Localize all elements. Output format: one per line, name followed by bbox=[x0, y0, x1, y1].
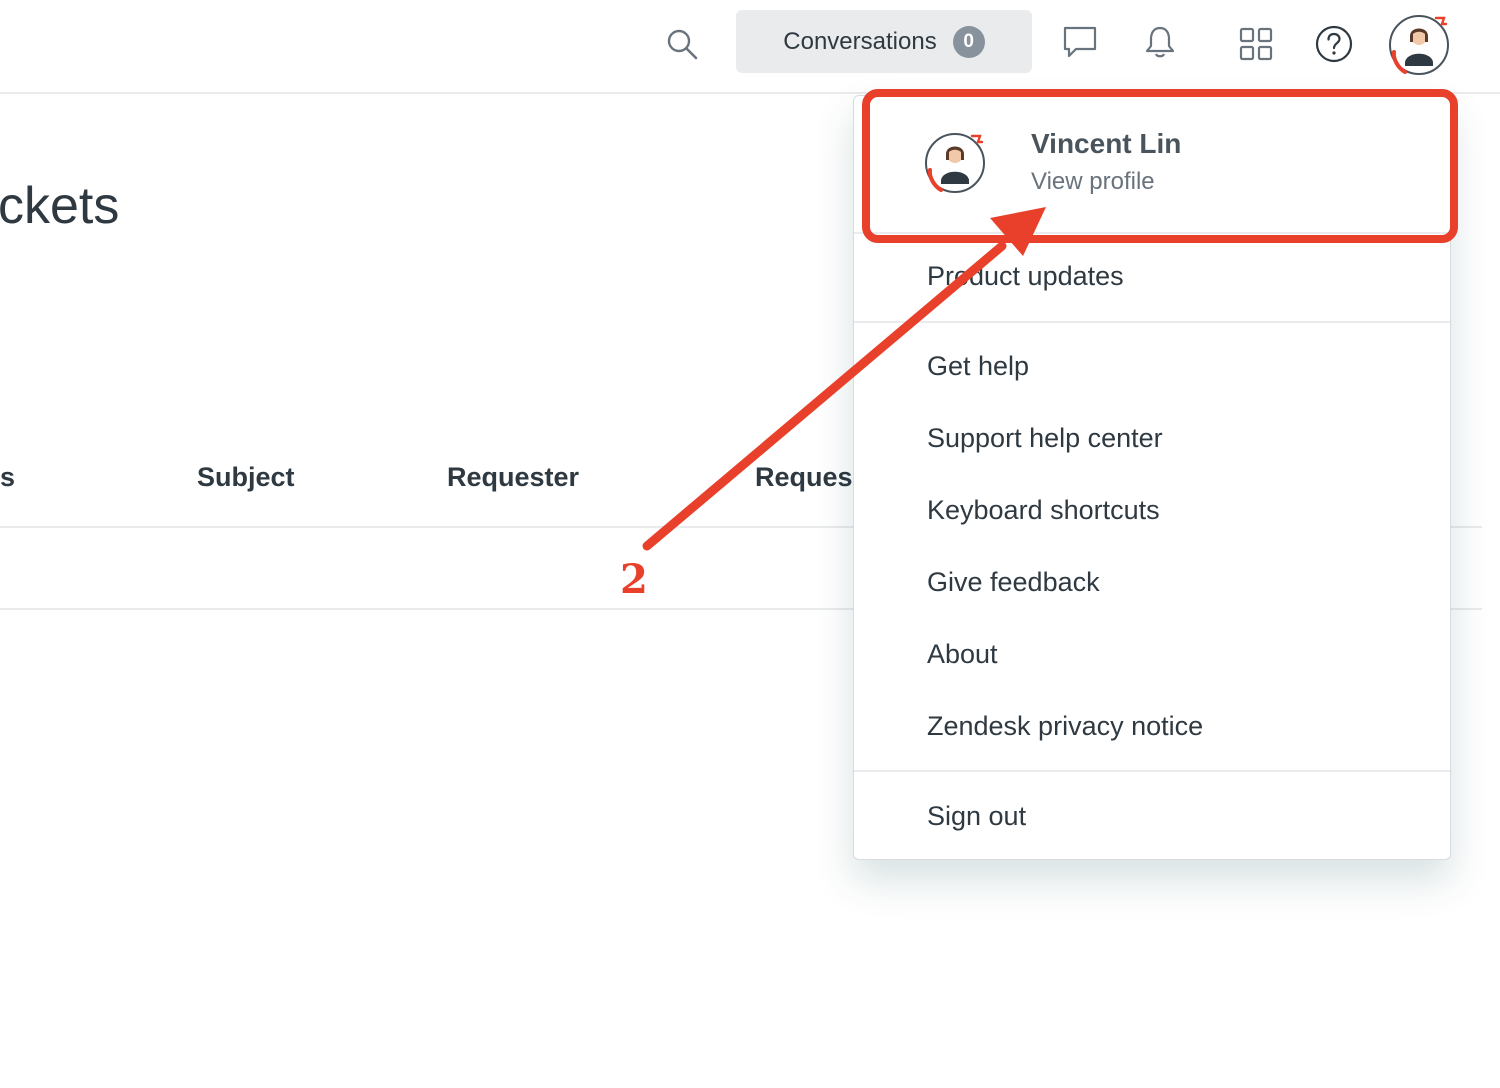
menu-item-support-help-center[interactable]: Support help center bbox=[927, 423, 1163, 454]
column-header-subject[interactable]: Subject bbox=[197, 462, 295, 493]
user-avatar-button[interactable] bbox=[1386, 12, 1452, 78]
help-button[interactable] bbox=[1310, 20, 1358, 68]
chat-button[interactable] bbox=[1056, 18, 1104, 66]
help-icon bbox=[1315, 25, 1353, 63]
apps-button[interactable] bbox=[1232, 20, 1280, 68]
menu-item-keyboard-shortcuts[interactable]: Keyboard shortcuts bbox=[927, 495, 1160, 526]
notifications-button[interactable] bbox=[1136, 18, 1184, 66]
menu-item-about[interactable]: About bbox=[927, 639, 998, 670]
menu-divider bbox=[854, 770, 1450, 772]
search-button[interactable] bbox=[658, 20, 706, 68]
user-avatar bbox=[1389, 15, 1449, 75]
bell-icon bbox=[1145, 26, 1175, 58]
menu-item-sign-out[interactable]: Sign out bbox=[927, 801, 1026, 832]
search-icon bbox=[667, 29, 698, 60]
menu-item-privacy-notice[interactable]: Zendesk privacy notice bbox=[927, 711, 1203, 742]
conversations-label: Conversations bbox=[783, 27, 937, 55]
column-header-requester[interactable]: Requester bbox=[447, 462, 579, 493]
column-header-requested[interactable]: Reques bbox=[755, 462, 853, 493]
conversations-button[interactable]: Conversations 0 bbox=[736, 10, 1032, 73]
menu-item-product-updates[interactable]: Product updates bbox=[927, 261, 1124, 292]
menu-divider bbox=[854, 321, 1450, 323]
menu-item-get-help[interactable]: Get help bbox=[927, 351, 1029, 382]
annotation-step-number: 2 bbox=[620, 556, 648, 603]
column-header-status[interactable]: s bbox=[0, 462, 15, 493]
conversations-count-badge: 0 bbox=[952, 25, 985, 58]
chat-icon bbox=[1063, 26, 1097, 58]
top-bar: Conversations 0 bbox=[0, 0, 1500, 94]
apps-grid-icon bbox=[1239, 27, 1273, 61]
annotation-highlight-box bbox=[862, 89, 1458, 243]
page-title: ckets bbox=[0, 177, 120, 235]
menu-item-give-feedback[interactable]: Give feedback bbox=[927, 567, 1100, 598]
